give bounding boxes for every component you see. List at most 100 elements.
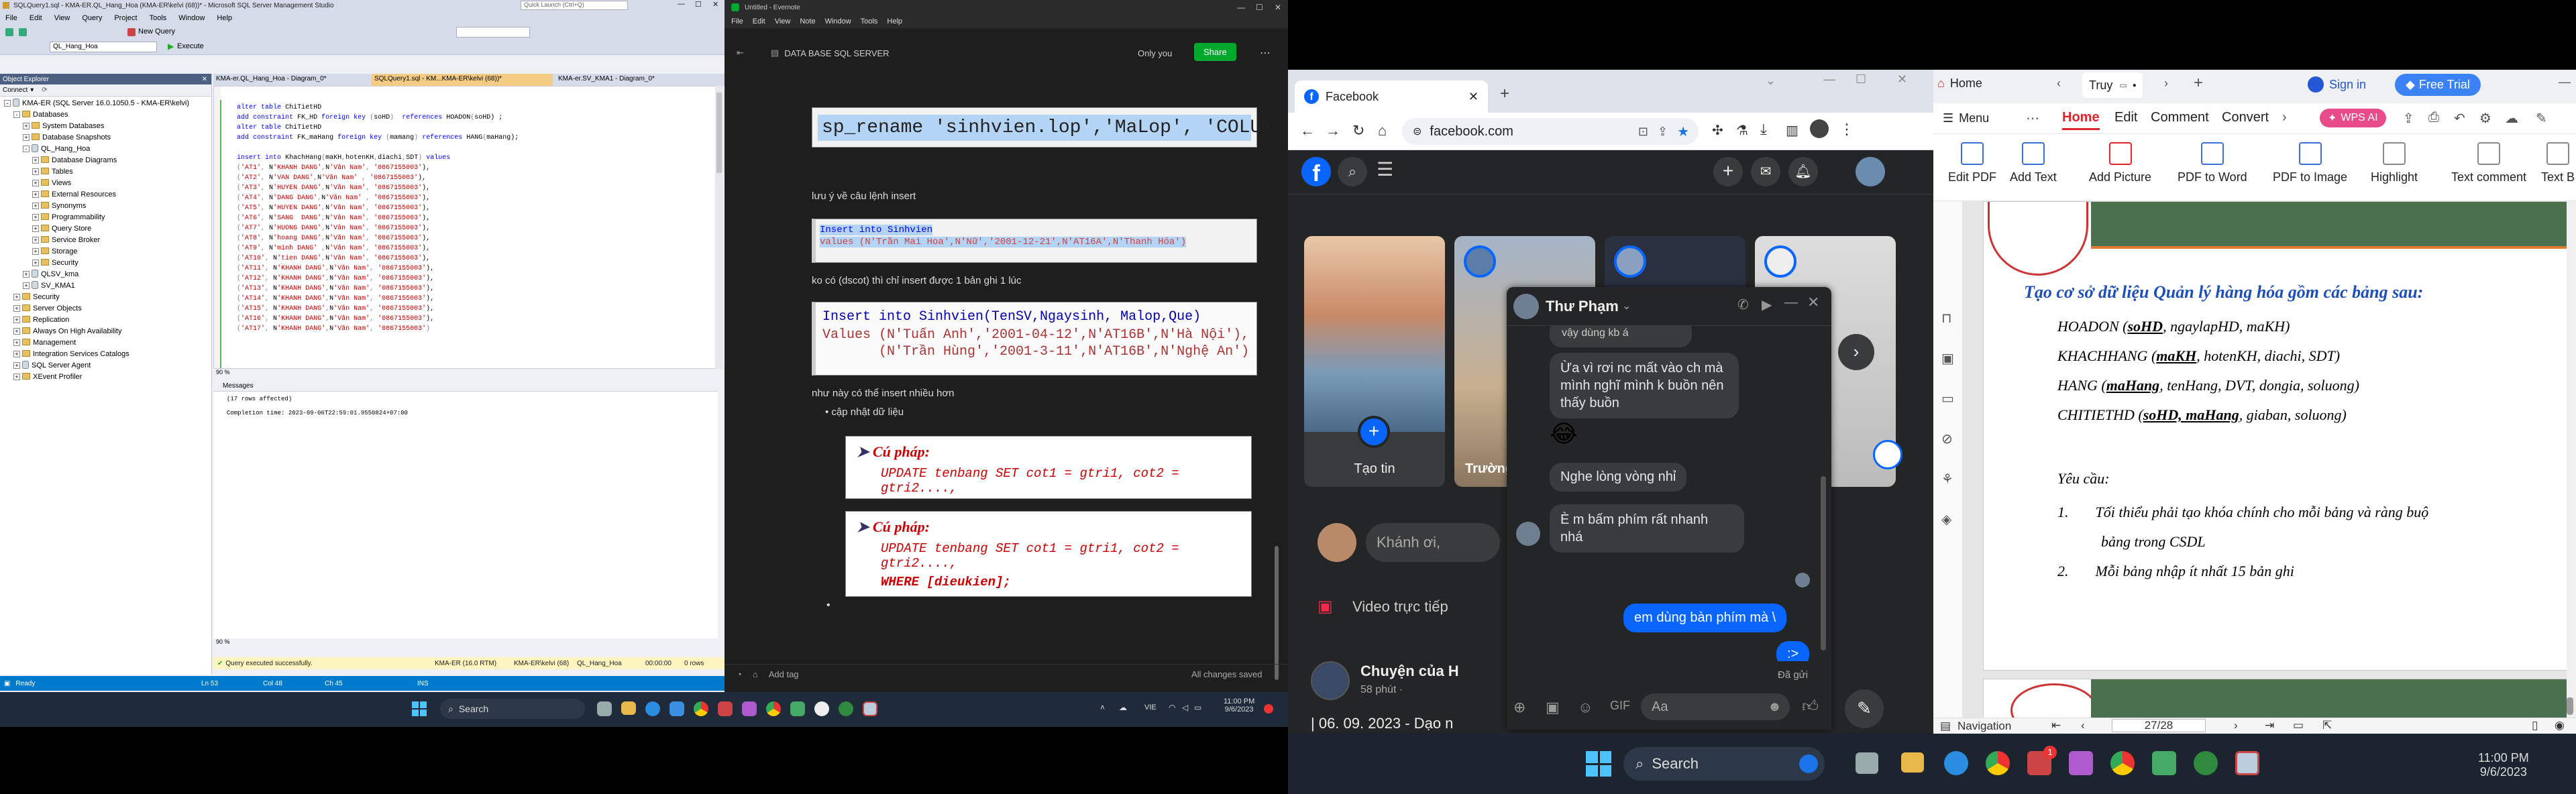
messages-zoom[interactable]: 90 %: [213, 638, 718, 648]
prev-page-icon[interactable]: ‹: [2081, 719, 2085, 732]
tree-node[interactable]: + System Databases: [4, 121, 211, 132]
add-picture-button[interactable]: Add Picture: [2089, 142, 2151, 184]
add-tag-input[interactable]: Add tag: [769, 669, 799, 679]
tree-node[interactable]: + Programmability: [4, 212, 211, 223]
tab-sql-query[interactable]: SQLQuery1.sql - KM...KMA-ER\kelvi (68))*: [372, 74, 553, 86]
stories-next-icon[interactable]: ›: [1838, 334, 1874, 370]
minimize-icon[interactable]: —: [1823, 72, 1835, 87]
sign-in-button[interactable]: Sign in: [2308, 76, 2366, 93]
tree-node[interactable]: + Database Snapshots: [4, 132, 211, 144]
syntax-box-2[interactable]: ➤ Cú pháp: UPDATE tenbang SET cot1 = gtr…: [845, 511, 1252, 597]
volume-icon[interactable]: ◁: [1182, 703, 1188, 712]
ssms-close-button[interactable]: ✕: [712, 0, 718, 9]
phone-icon[interactable]: ✆: [1737, 296, 1749, 313]
tab-facebook[interactable]: f Facebook ✕: [1295, 80, 1488, 113]
post-author[interactable]: Chuyện của H: [1360, 663, 1459, 680]
tree-node[interactable]: - QL_Hang_Hoa: [4, 144, 211, 155]
store-icon[interactable]: [669, 701, 684, 716]
collapse-icon[interactable]: ⇤: [737, 48, 744, 58]
gif-icon[interactable]: GIF: [1610, 699, 1630, 713]
settings-icon[interactable]: ⚙: [2479, 110, 2491, 127]
tree-node[interactable]: + SQL Server Agent: [4, 360, 211, 372]
expand-icon[interactable]: +: [23, 134, 30, 141]
emoji-icon[interactable]: ☻: [1768, 699, 1782, 715]
cloud-icon[interactable]: ☁: [1119, 703, 1127, 712]
execute-button[interactable]: Execute: [177, 42, 204, 50]
ribbon-tab-comment[interactable]: Comment: [2151, 110, 2209, 125]
evernote-taskbar-icon[interactable]: [839, 701, 853, 716]
expand-icon[interactable]: +: [13, 374, 20, 380]
back-icon[interactable]: ←: [1300, 122, 1315, 139]
app-icon[interactable]: [814, 701, 829, 716]
evernote-close-button[interactable]: ✕: [1275, 3, 1281, 12]
scrollbar-thumb[interactable]: [2567, 697, 2573, 715]
install-icon[interactable]: ⊡: [1638, 125, 1648, 139]
tree-node[interactable]: + SV_KMA1: [4, 280, 211, 292]
menu-button[interactable]: ☰ Menu: [1943, 111, 1989, 125]
scrollbar-thumb[interactable]: [1821, 476, 1826, 650]
add-text-button[interactable]: Add Text: [2010, 142, 2057, 184]
story-create[interactable]: + Tạo tin: [1304, 236, 1445, 487]
cloud-icon[interactable]: ☁: [2505, 110, 2518, 127]
collapse-icon[interactable]: -: [23, 146, 30, 152]
ssms-taskbar-icon[interactable]: [2235, 751, 2259, 775]
undo-icon[interactable]: ↶: [2454, 110, 2465, 127]
fit-page-icon[interactable]: ▭: [2293, 719, 2304, 732]
close-tab-icon[interactable]: ✕: [1468, 90, 1479, 104]
ssms-maximize-button[interactable]: ☐: [695, 0, 702, 9]
thumbnail-icon[interactable]: ▣: [1941, 350, 1954, 367]
signature-icon[interactable]: ⚘: [1941, 471, 1953, 488]
last-page-icon[interactable]: ⇥: [2265, 719, 2274, 732]
evernote-minimize-button[interactable]: —: [1237, 3, 1245, 12]
site-info-icon[interactable]: ⊜: [1413, 125, 1421, 138]
layers-icon[interactable]: ◈: [1941, 511, 1951, 528]
battery-icon[interactable]: ▭: [1194, 703, 1201, 712]
back-icon[interactable]: [5, 28, 13, 36]
tree-node[interactable]: + Service Broker: [4, 235, 211, 246]
tree-node[interactable]: + QLSV_kma: [4, 269, 211, 280]
read-mode-icon[interactable]: ▯: [2532, 719, 2538, 732]
text-box-button[interactable]: Text B: [2541, 142, 2575, 184]
reload-icon[interactable]: ↻: [1352, 122, 1364, 139]
lab-icon[interactable]: ⚗: [1736, 122, 1748, 139]
minimize-icon[interactable]: —: [2559, 75, 2571, 89]
expand-icon[interactable]: +: [32, 225, 39, 232]
navigation-label[interactable]: Navigation: [1957, 720, 2011, 733]
expand-icon[interactable]: +: [23, 123, 30, 129]
post-author-avatar[interactable]: [1311, 661, 1350, 700]
menu-tools[interactable]: Tools: [150, 14, 167, 22]
solution-config-select[interactable]: [456, 27, 530, 38]
tree-node[interactable]: + Storage: [4, 246, 211, 258]
refresh-icon[interactable]: ⟳: [42, 87, 47, 94]
image-icon[interactable]: ▣: [1546, 699, 1560, 716]
collapse-icon[interactable]: -: [13, 111, 20, 118]
quick-launch-input[interactable]: Quick Launch (Ctrl+Q): [521, 1, 628, 10]
messenger-icon[interactable]: ✉: [1751, 157, 1780, 186]
file-explorer-icon[interactable]: [621, 701, 636, 715]
page-number-input[interactable]: 27/28: [2112, 719, 2206, 732]
bookmark-star-icon[interactable]: ★: [1677, 123, 1689, 140]
taskbar-clock[interactable]: 11:00 PM 9/6/2023: [2478, 751, 2529, 779]
ev-menu-edit[interactable]: Edit: [753, 17, 765, 25]
scrollbar-thumb[interactable]: [1275, 546, 1279, 680]
brush-icon[interactable]: ✎: [2536, 110, 2547, 127]
chat-avatar[interactable]: [1513, 294, 1539, 319]
navigation-icon[interactable]: ▤: [1940, 720, 1951, 733]
new-tab-icon[interactable]: +: [2194, 74, 2203, 93]
chat-scrollbar[interactable]: [1821, 342, 1827, 664]
share-icon[interactable]: ⇪: [1658, 125, 1668, 139]
tree-node[interactable]: + Server Objects: [4, 303, 211, 315]
expand-icon[interactable]: +: [13, 317, 20, 323]
chevron-down-icon[interactable]: ⌄: [1622, 299, 1631, 313]
download-icon[interactable]: ⤓: [1760, 121, 1767, 138]
expand-icon[interactable]: +: [23, 271, 30, 278]
menu-project[interactable]: Project: [114, 14, 137, 22]
expand-icon[interactable]: +: [13, 328, 20, 335]
back-tab-icon[interactable]: ‹: [2057, 76, 2061, 91]
windows-start-icon[interactable]: [412, 701, 427, 716]
new-query-button[interactable]: New Query: [138, 27, 175, 36]
file-explorer-icon[interactable]: [1901, 752, 1924, 773]
code-block-insert-multi[interactable]: Insert into Sinhvien(TenSV,Ngaysinh, Mal…: [812, 302, 1257, 376]
chrome-icon[interactable]: [694, 701, 708, 716]
sidebar-icon[interactable]: ▥: [1786, 122, 1799, 139]
